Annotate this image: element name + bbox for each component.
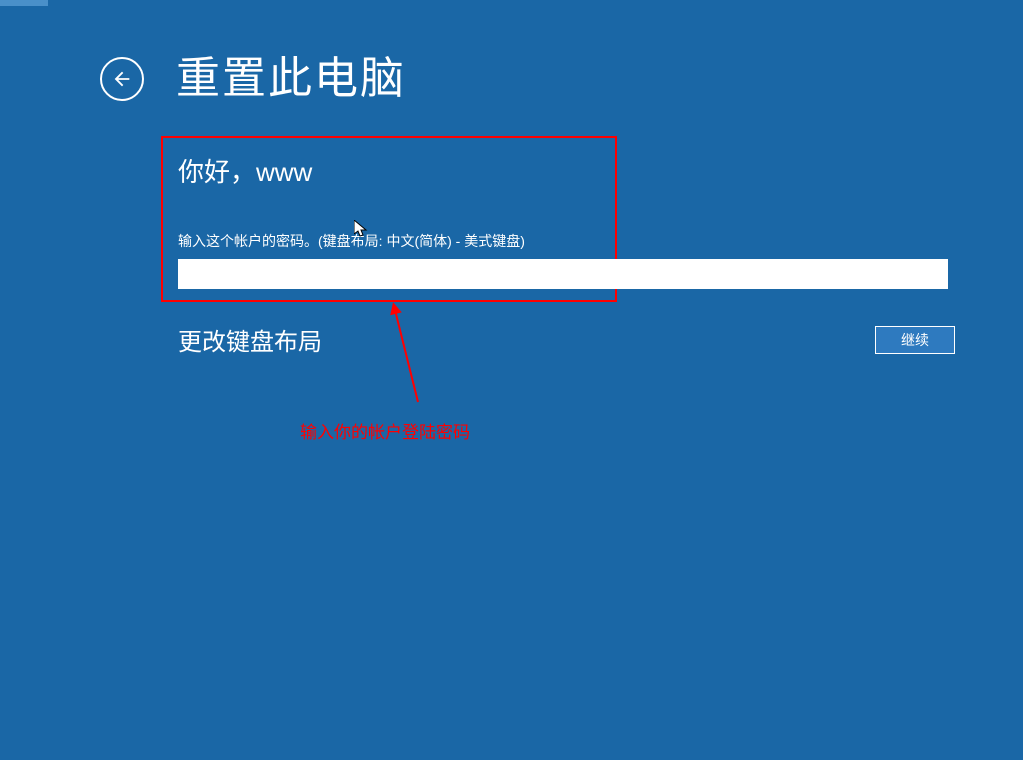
annotation-arrow-icon [383, 302, 443, 412]
change-keyboard-link[interactable]: 更改键盘布局 [178, 322, 322, 357]
page-title: 重置此电脑 [176, 42, 406, 106]
content-area: 你好，www 输入这个帐户的密码。(键盘布局: 中文(简体) - 美式键盘) [178, 152, 948, 289]
back-button[interactable] [100, 57, 144, 101]
back-arrow-icon [111, 68, 133, 90]
continue-button[interactable]: 继续 [875, 326, 955, 354]
annotation-text: 输入你的帐户登陆密码 [300, 418, 470, 443]
instruction-text: 输入这个帐户的密码。(键盘布局: 中文(简体) - 美式键盘) [178, 231, 948, 251]
password-input[interactable] [178, 259, 948, 289]
header: 重置此电脑 [0, 0, 1023, 106]
greeting-text: 你好，www [178, 152, 948, 189]
window-accent-bar [0, 0, 48, 6]
